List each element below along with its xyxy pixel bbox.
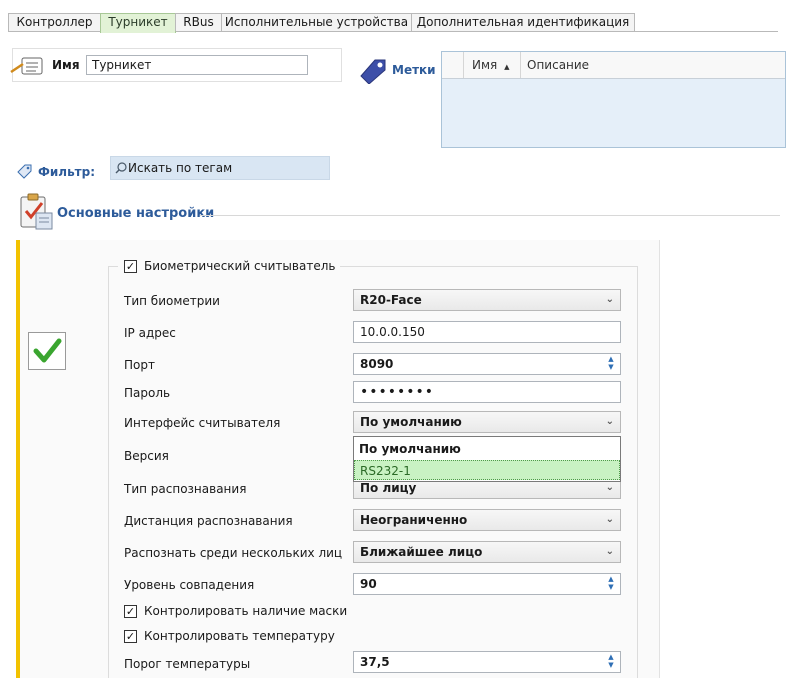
tags-row-selector-header [442,52,464,78]
chevron-down-icon: ⌄ [605,416,614,427]
password-input[interactable]: •••••••• [353,381,621,403]
clipboard-check-icon [20,193,53,230]
tags-table[interactable]: Имя ▲ Описание [441,51,786,148]
match-level-label: Уровень совпадения [124,578,255,592]
match-level-stepper[interactable]: 90 ▲ ▼ [353,573,621,595]
biometric-group-header: ✓ Биометрический считыватель [118,258,340,274]
recognition-distance-select[interactable]: Неограниченно ⌄ [353,509,621,531]
temperature-threshold-stepper[interactable]: 37,5 ▲ ▼ [353,651,621,673]
tab-controller[interactable]: Контроллер [8,13,101,31]
biometric-enabled-label: Биометрический считыватель [144,259,336,273]
ip-address-input[interactable]: 10.0.0.150 [353,321,621,343]
temperature-check-label: Контролировать температуру [144,629,335,643]
ip-address-label: IP адрес [124,326,176,340]
search-icon [115,162,127,174]
version-label: Версия [124,449,169,463]
sort-asc-icon: ▲ [504,63,510,71]
tab-bar: Контроллер Турникет RBus Исполнительные … [8,12,778,33]
tags-label: Метки [392,63,436,77]
name-label: Имя [52,58,80,72]
pencil-card-icon [10,57,43,75]
match-level-value: 90 [360,577,377,591]
section-divider [200,215,780,216]
section-status-box [28,332,66,370]
port-stepper[interactable]: 8090 ▲ ▼ [353,353,621,375]
tag-search-placeholder: Искать по тегам [128,161,233,175]
biometry-type-select[interactable]: R20-Face ⌄ [353,289,621,311]
tag-icon [360,59,386,84]
multi-face-value: Ближайшее лицо [360,545,483,559]
reader-interface-select[interactable]: По умолчанию ⌄ [353,411,621,433]
recognition-distance-label: Дистанция распознавания [124,514,293,528]
tags-table-header: Имя ▲ Описание [442,52,785,79]
recognition-type-label: Тип распознавания [124,482,247,496]
biometry-type-label: Тип биометрии [124,294,220,308]
recognition-type-value: По лицу [360,481,417,495]
password-label: Пароль [124,386,171,400]
section-title: Основные настройки [57,206,215,221]
multi-face-label: Распознать среди нескольких лиц [124,546,343,560]
tab-rbus[interactable]: RBus [175,13,222,31]
tag-search-input[interactable]: Искать по тегам [110,156,330,180]
spinner-arrows-icon[interactable]: ▲ ▼ [607,575,615,593]
filter-label: Фильтр: [38,165,96,179]
reader-interface-value: По умолчанию [360,415,462,429]
tags-column-description[interactable]: Описание [521,52,785,78]
tab-actuators[interactable]: Исполнительные устройства [221,13,412,31]
port-label: Порт [124,358,155,372]
temperature-threshold-value: 37,5 [360,655,390,669]
temperature-check-checkbox[interactable]: ✓ [124,630,137,643]
chevron-down-icon: ⌄ [605,294,614,305]
biometry-type-value: R20-Face [360,293,422,307]
recognition-distance-value: Неограниченно [360,513,468,527]
reader-interface-dropdown: По умолчанию RS232-1 [353,436,621,482]
chevron-down-icon: ⌄ [605,546,614,557]
tags-icon [17,164,32,179]
chevron-down-icon: ⌄ [605,514,614,525]
checkmark-icon [33,338,62,363]
dropdown-option-default[interactable]: По умолчанию [354,439,620,459]
tab-turnstile[interactable]: Турникет [100,13,176,33]
multi-face-select[interactable]: Ближайшее лицо ⌄ [353,541,621,563]
reader-interface-label: Интерфейс считывателя [124,416,281,430]
dropdown-option-rs232-1[interactable]: RS232-1 [354,460,620,480]
tags-column-name[interactable]: Имя ▲ [464,52,521,78]
biometric-enabled-checkbox[interactable]: ✓ [124,260,137,273]
temperature-threshold-label: Порог температуры [124,657,251,671]
port-value: 8090 [360,357,394,371]
spinner-arrows-icon[interactable]: ▲ ▼ [607,653,615,671]
name-input[interactable]: Турникет [86,55,308,75]
tags-column-name-label: Имя [472,58,498,72]
mask-check-label: Контролировать наличие маски [144,604,348,618]
mask-check-checkbox[interactable]: ✓ [124,605,137,618]
tab-additional-identification[interactable]: Дополнительная идентификация [411,13,635,31]
spinner-arrows-icon[interactable]: ▲ ▼ [607,355,615,373]
